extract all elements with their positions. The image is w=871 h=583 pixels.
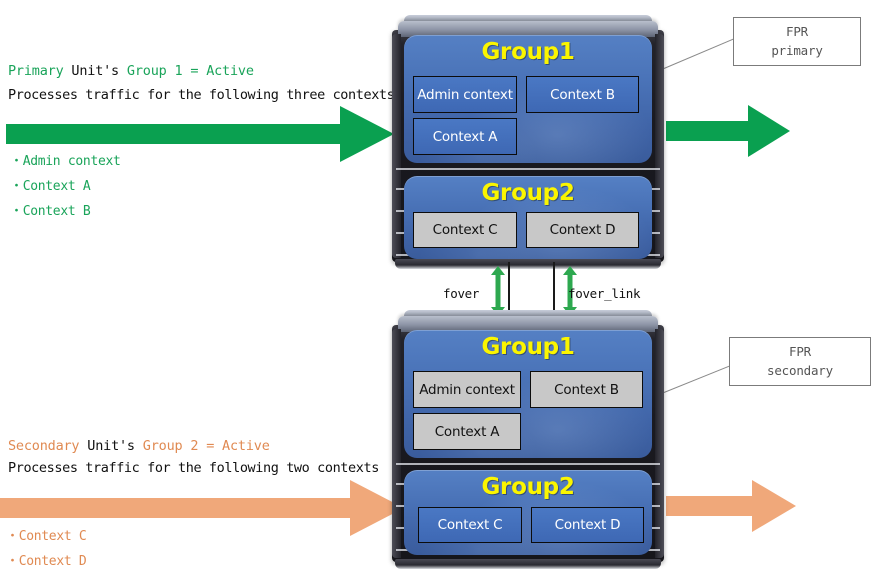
chassis-foot — [395, 259, 661, 269]
fpr-secondary-group1-panel: Group1 Admin context Context B Context A — [404, 330, 652, 458]
fpr-secondary-group1-title: Group1 — [481, 334, 575, 360]
fpr-primary-group2-context-d[interactable]: Context D — [526, 212, 639, 248]
fpr-secondary-group2-context-c[interactable]: Context C — [418, 507, 522, 543]
secondary-outbound-arrow-head — [752, 480, 796, 532]
secondary-title-part1: Secondary — [8, 438, 88, 454]
primary-outbound-arrow-shaft — [666, 121, 750, 141]
fpr-primary-group1-context-admin[interactable]: Admin context — [413, 76, 517, 113]
callout-fpr-primary-line2: primary — [771, 42, 823, 58]
fpr-primary-group2-title: Group2 — [481, 180, 575, 206]
primary-bullet-2: ・Context B — [10, 204, 91, 219]
primary-outbound-arrow-head — [748, 105, 790, 157]
failover-label-left: fover — [443, 286, 480, 301]
fpr-primary-group1-context-b[interactable]: Context B — [526, 76, 639, 113]
fpr-secondary-group2-panel: Group2 Context C Context D — [404, 470, 652, 555]
failover-label-right: fover_link — [568, 286, 641, 301]
callout-fpr-secondary-line2: secondary — [767, 362, 833, 378]
primary-annotation-subtitle: Processes traffic for the following thre… — [8, 87, 395, 103]
chassis2-foot — [395, 559, 661, 569]
primary-annotation-title: Primary Unit's Group 1 = Active — [8, 63, 254, 79]
secondary-title-part3: Group 2 = Active — [142, 438, 270, 454]
fpr-secondary-group1-context-b[interactable]: Context B — [530, 371, 643, 408]
fpr-secondary-group1-context-a[interactable]: Context A — [413, 413, 521, 450]
primary-bullet-0: ・Admin context — [10, 154, 121, 169]
primary-bullet-1: ・Context A — [10, 179, 91, 194]
secondary-outbound-traffic-arrow — [666, 478, 796, 534]
secondary-annotation-subtitle: Processes traffic for the following two … — [8, 460, 379, 476]
chassis2-ridge-1 — [396, 463, 660, 465]
primary-title-part3: Group 1 = Active — [126, 63, 254, 79]
primary-title-part1: Primary — [8, 63, 72, 79]
fpr-primary-group1-context-a[interactable]: Context A — [413, 118, 517, 155]
fpr-secondary-group2-title: Group2 — [481, 474, 575, 500]
secondary-annotation-title: Secondary Unit's Group 2 = Active — [8, 438, 270, 454]
callout-fpr-primary: FPR primary — [733, 17, 861, 66]
failover-arrow-left-stem — [495, 274, 501, 308]
fpr-primary-group1-title: Group1 — [481, 39, 575, 65]
primary-title-part2: Unit's — [71, 63, 127, 79]
primary-inbound-arrow-head — [340, 106, 394, 162]
fpr-primary-group1-panel: Group1 Admin context Context B Context A — [404, 35, 652, 163]
fpr-secondary-group2-context-d[interactable]: Context D — [531, 507, 644, 543]
fpr-primary-group2-panel: Group2 Context C Context D — [404, 176, 652, 259]
secondary-bullet-1: ・Context D — [6, 554, 87, 569]
chassis-right-rail — [655, 34, 664, 258]
chassis2-right-rail — [655, 329, 664, 558]
failover-arrow-left — [490, 266, 506, 316]
diagram-canvas: Primary Unit's Group 1 = Active Processe… — [0, 0, 871, 583]
chassis2-left-rail — [392, 329, 401, 558]
secondary-title-part2: Unit's — [87, 438, 143, 454]
callout-fpr-secondary: FPR secondary — [729, 337, 871, 386]
secondary-bullet-0: ・Context C — [6, 529, 87, 544]
secondary-outbound-arrow-shaft — [666, 496, 754, 516]
chassis-ridge-1 — [396, 168, 660, 170]
fpr-secondary-group1-context-admin[interactable]: Admin context — [413, 371, 521, 408]
secondary-inbound-arrow-shaft — [0, 498, 356, 518]
primary-inbound-arrow-shaft — [6, 124, 346, 144]
fpr-primary-group2-context-c[interactable]: Context C — [413, 212, 517, 248]
primary-outbound-traffic-arrow — [666, 103, 790, 159]
callout-fpr-primary-line1: FPR — [786, 24, 808, 40]
primary-callout-leader-line — [663, 34, 743, 69]
callout-fpr-secondary-line1: FPR — [789, 344, 811, 360]
chassis-left-rail — [392, 34, 401, 258]
